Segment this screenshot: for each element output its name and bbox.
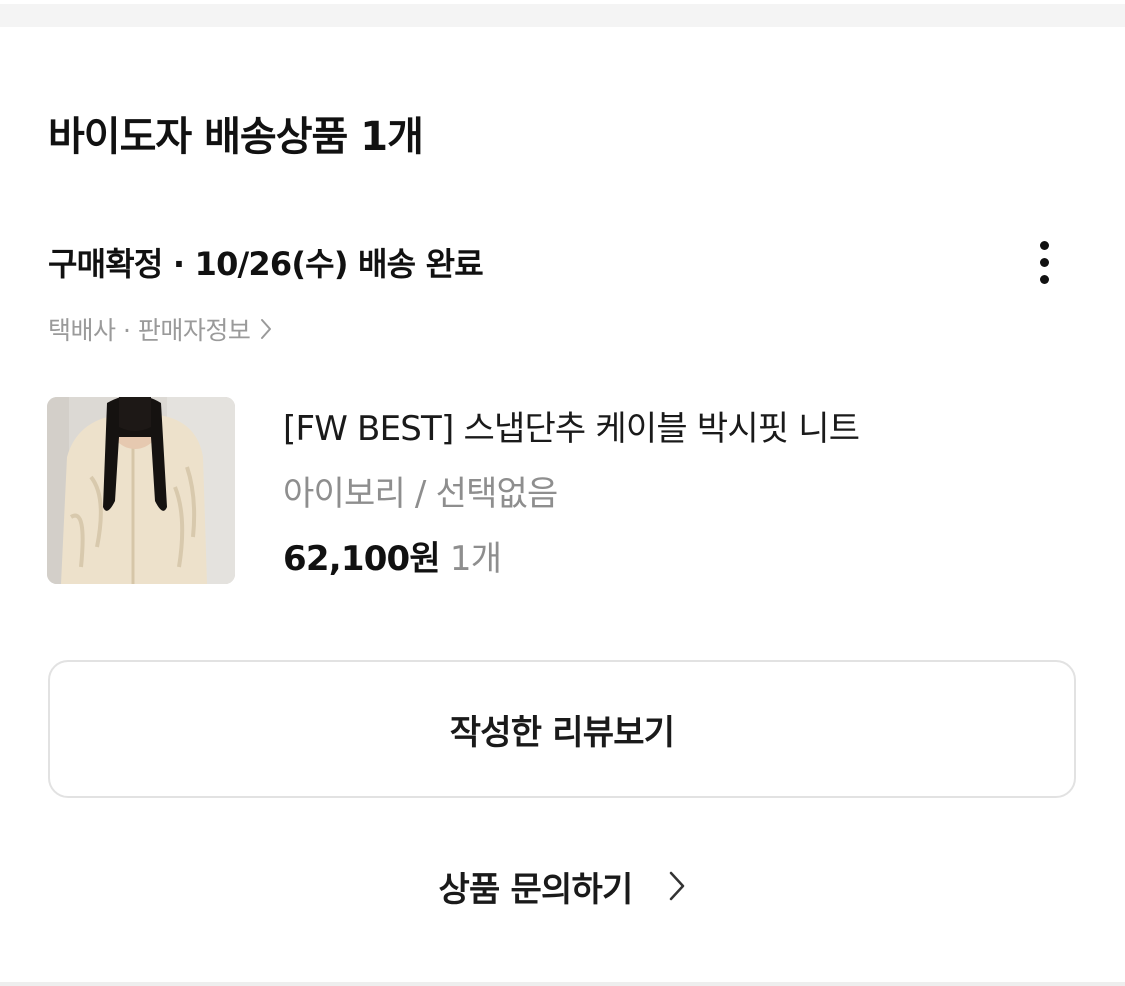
- product-quantity: 1개: [449, 539, 502, 579]
- price-row: 62,100원 1개: [283, 531, 502, 580]
- more-options-button[interactable]: [1020, 232, 1068, 292]
- section-title: 바이도자 배송상품 1개: [48, 114, 424, 160]
- chevron-right-icon: [261, 319, 272, 339]
- view-review-button[interactable]: 작성한 리뷰보기: [48, 660, 1076, 798]
- top-divider-strip: [0, 0, 1125, 27]
- product-photo: [47, 397, 235, 584]
- more-vertical-icon: [1039, 240, 1049, 250]
- product-option: 아이보리 / 선택없음: [283, 474, 558, 514]
- seller-info-label: 택배사 · 판매자정보: [48, 316, 251, 345]
- product-thumbnail[interactable]: [47, 397, 235, 584]
- product-name[interactable]: [FW BEST] 스냅단추 케이블 박시핏 니트: [283, 401, 860, 450]
- product-inquiry-button[interactable]: 상품 문의하기: [0, 858, 1125, 914]
- bottom-divider-strip: [0, 982, 1125, 986]
- more-vertical-icon-dot: [1039, 274, 1049, 284]
- product-price: 62,100원: [283, 539, 441, 579]
- order-status: 구매확정 · 10/26(수) 배송 완료: [48, 245, 484, 283]
- seller-info-link[interactable]: 택배사 · 판매자정보: [48, 311, 272, 347]
- top-divider-highlight: [0, 0, 1125, 4]
- view-review-label: 작성한 리뷰보기: [449, 712, 675, 753]
- product-inquiry-label: 상품 문의하기: [438, 869, 634, 910]
- more-vertical-icon-dot: [1039, 257, 1049, 267]
- chevron-right-icon: [670, 871, 685, 901]
